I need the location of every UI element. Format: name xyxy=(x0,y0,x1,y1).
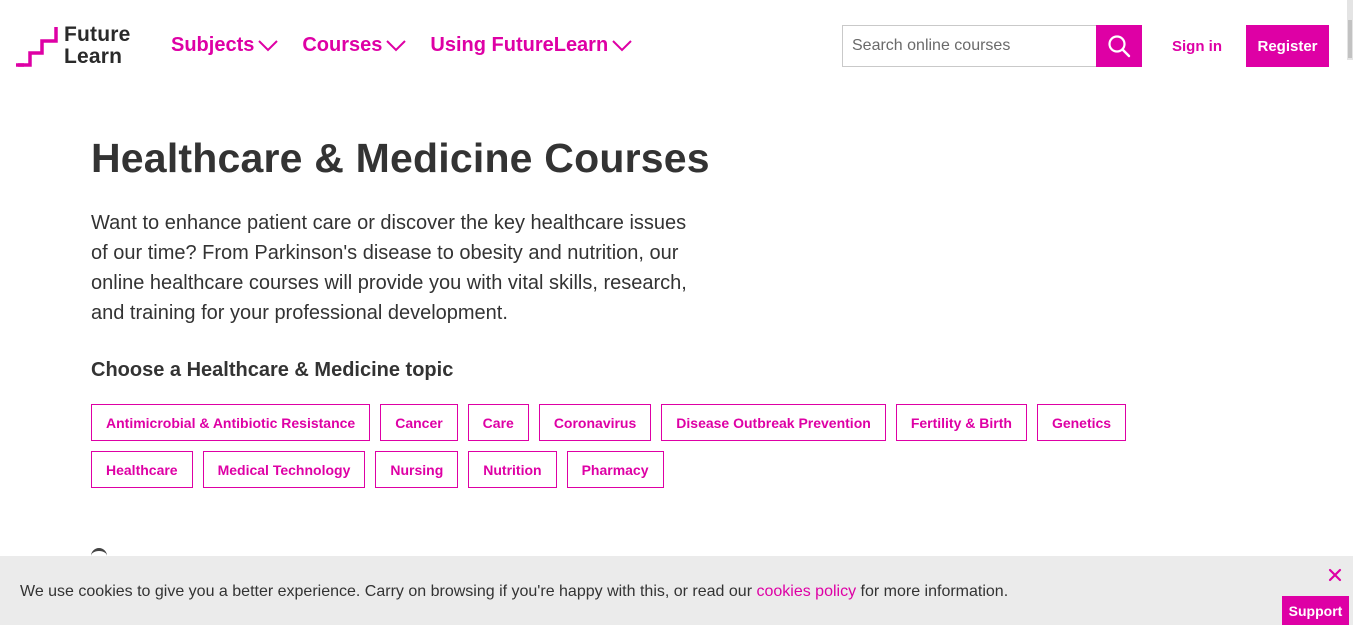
futurelearn-logo[interactable]: Future Learn xyxy=(16,24,131,68)
topic-tag[interactable]: Healthcare xyxy=(91,451,193,488)
chevron-down-icon xyxy=(612,39,632,51)
sign-in-link[interactable]: Sign in xyxy=(1172,38,1222,55)
chevron-down-icon xyxy=(258,39,279,51)
logo-line-2: Learn xyxy=(64,45,123,68)
topic-tag[interactable]: Care xyxy=(467,404,529,441)
search-button[interactable] xyxy=(1096,25,1142,67)
support-button[interactable]: Support xyxy=(1282,596,1349,625)
search-bar xyxy=(842,25,1142,67)
nav-subjects-label: Subjects xyxy=(171,34,255,56)
nav-courses-label: Courses xyxy=(302,34,383,56)
close-icon xyxy=(1328,568,1342,582)
cookie-close-button[interactable] xyxy=(1328,568,1342,587)
nav-subjects[interactable]: Subjects xyxy=(171,34,279,57)
page-intro: Want to enhance patient care or discover… xyxy=(91,212,687,324)
nav-using-futurelearn[interactable]: Using FutureLearn xyxy=(430,34,632,57)
main-content: Healthcare & Medicine Courses Want to en… xyxy=(91,132,1271,498)
chevron-down-icon xyxy=(386,39,407,51)
cookie-text-after: for more information. xyxy=(856,583,1009,600)
search-input[interactable] xyxy=(842,25,1096,67)
topic-tag[interactable]: Fertility & Birth xyxy=(895,404,1027,441)
scrollbar-thumb[interactable] xyxy=(1348,20,1352,58)
topic-tag[interactable]: Coronavirus xyxy=(538,404,652,441)
search-icon xyxy=(1108,35,1131,58)
nav-using-futurelearn-label: Using FutureLearn xyxy=(430,34,609,56)
topic-tag[interactable]: Nursing xyxy=(375,451,459,488)
cookies-policy-link[interactable]: cookies policy xyxy=(756,583,856,600)
logo-stairs-icon xyxy=(16,27,58,67)
cookie-banner: We use cookies to give you a better expe… xyxy=(0,556,1353,625)
topic-tag[interactable]: Pharmacy xyxy=(566,451,664,488)
topic-tag[interactable]: Cancer xyxy=(380,404,458,441)
topic-tag[interactable]: Medical Technology xyxy=(202,451,366,488)
cookie-text-before: We use cookies to give you a better expe… xyxy=(20,583,757,600)
topic-tag[interactable]: Antimicrobial & Antibiotic Resistance xyxy=(91,404,371,441)
cookie-message: We use cookies to give you a better expe… xyxy=(20,583,1008,601)
scrollbar-track[interactable] xyxy=(1347,0,1353,60)
main-nav: Subjects Courses Using FutureLearn xyxy=(171,34,656,57)
logo-wordmark: Future Learn xyxy=(64,24,131,68)
topic-tag[interactable]: Nutrition xyxy=(468,451,557,488)
topic-tag[interactable]: Genetics xyxy=(1036,404,1127,441)
logo-line-1: Future xyxy=(64,23,131,46)
page-title: Healthcare & Medicine Courses xyxy=(91,135,710,181)
topic-tag[interactable]: Disease Outbreak Prevention xyxy=(661,404,886,441)
nav-courses[interactable]: Courses xyxy=(302,34,407,57)
site-header: Future Learn Subjects Courses Using Futu… xyxy=(0,0,1353,95)
topic-list: Antimicrobial & Antibiotic Resistance Ca… xyxy=(91,404,1221,498)
topic-heading: Choose a Healthcare & Medicine topic xyxy=(91,359,454,381)
register-button[interactable]: Register xyxy=(1246,25,1329,67)
